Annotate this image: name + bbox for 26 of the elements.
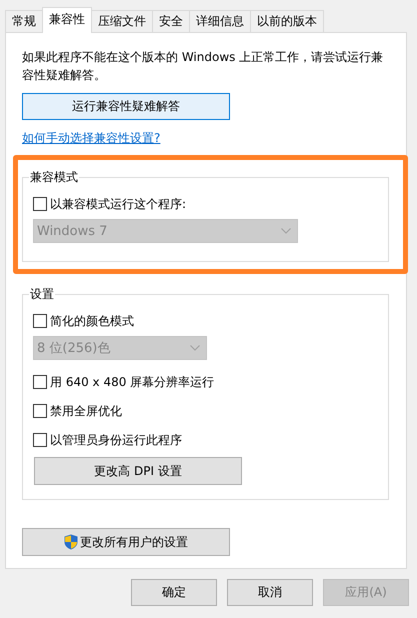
dropdown-value: Windows 7 (37, 224, 108, 238)
tab[interactable]: 以前的版本 (250, 10, 324, 32)
tab[interactable]: 常规 (5, 10, 43, 32)
checkbox[interactable] (33, 433, 47, 447)
dialog-button[interactable]: 取消 (227, 579, 313, 606)
checkbox-label: 用 640 x 480 屏幕分辨率运行 (50, 374, 214, 390)
checkbox[interactable] (33, 404, 47, 418)
checkbox-label: 简化的颜色模式 (50, 312, 134, 330)
group-title: 设置 (29, 286, 55, 303)
checkbox[interactable] (33, 375, 47, 389)
group-title: 兼容模式 (29, 169, 79, 186)
help-link[interactable]: 如何手动选择兼容性设置? (22, 130, 160, 147)
checkbox-label: 禁用全屏优化 (50, 402, 122, 420)
tab[interactable]: 兼容性 (42, 7, 92, 33)
dropdown-value: 8 位(256)色 (37, 340, 110, 357)
checkbox-label: 以兼容模式运行这个程序: (50, 196, 186, 212)
checkbox[interactable] (33, 197, 47, 211)
troubleshoot-button[interactable]: 运行兼容性疑难解答 (22, 93, 230, 120)
chevron-down-icon (190, 345, 200, 351)
checkbox-label: 以管理员身份运行此程序 (50, 432, 182, 448)
dpi-settings-button[interactable]: 更改高 DPI 设置 (34, 457, 242, 485)
checkbox[interactable] (33, 314, 47, 328)
dialog-button[interactable]: 确定 (131, 579, 217, 606)
change-all-users-button[interactable]: 更改所有用户的设置 (22, 528, 230, 556)
chevron-down-icon (281, 228, 291, 234)
intro-text: 如果此程序不能在这个版本的 Windows 上正常工作，请尝试运行兼容性疑难解答。 (22, 49, 384, 84)
